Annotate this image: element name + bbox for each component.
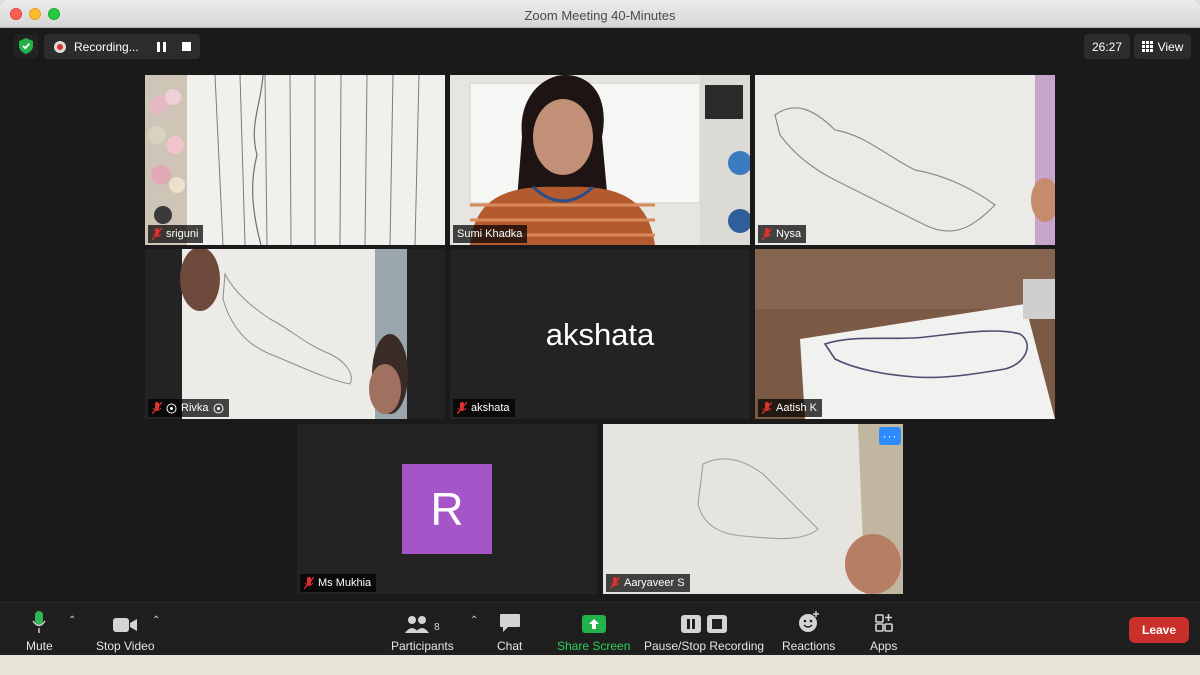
video-tile-sriguni[interactable]: sriguni <box>145 75 445 245</box>
share-icon <box>213 403 224 413</box>
video-tile-rivka[interactable]: Rivka <box>145 249 445 419</box>
video-feed <box>755 75 1055 245</box>
apps-icon <box>874 611 894 633</box>
window-title: Zoom Meeting 40-Minutes <box>524 8 676 23</box>
title-bar: Zoom Meeting 40-Minutes <box>0 0 1200 28</box>
video-tile-sumi-khadka[interactable]: Sumi Khadka <box>450 75 750 245</box>
mute-label: Mute <box>26 639 53 653</box>
share-icon <box>166 403 177 413</box>
video-camera-icon <box>113 611 138 633</box>
participant-name-tag: Nysa <box>758 225 807 243</box>
apps-button[interactable]: Apps <box>870 611 897 653</box>
video-tile-nysa[interactable]: Nysa <box>755 75 1055 245</box>
video-feed <box>145 249 445 419</box>
muted-mic-icon <box>304 577 314 589</box>
participant-count: 8 <box>434 622 440 633</box>
video-tile-ms-mukhia[interactable]: R Ms Mukhia <box>297 424 597 594</box>
recording-dot-icon <box>54 40 66 53</box>
video-feed <box>755 249 1055 419</box>
recording-label: Recording... <box>74 39 139 54</box>
zoom-window: Zoom Meeting 40-Minutes Recording... 26:… <box>0 0 1200 655</box>
participant-name: akshata <box>471 402 510 414</box>
pause-stop-recording-label: Pause/Stop Recording <box>644 639 765 653</box>
reactions-smiley-icon <box>798 611 820 633</box>
video-feed <box>603 424 903 594</box>
pause-stop-recording-button[interactable]: Pause/Stop Recording <box>644 611 764 653</box>
share-screen-button[interactable]: Share Screen <box>557 611 630 653</box>
avatar: R <box>402 464 492 554</box>
share-screen-label: Share Screen <box>557 639 631 653</box>
stop-video-button[interactable]: Stop Video <box>96 611 155 653</box>
participant-name-tag: Sumi Khadka <box>453 225 528 243</box>
encryption-shield-icon[interactable] <box>14 34 38 58</box>
recording-indicator: Recording... <box>44 34 200 59</box>
participant-name: Sumi Khadka <box>457 228 523 240</box>
meeting-toolbar: Mute ⌃ Stop Video ⌃ 8 Participants ⌃ Cha… <box>0 602 1200 655</box>
video-tile-akshata[interactable]: akshata akshata <box>450 249 750 419</box>
video-options-chevron-icon[interactable]: ⌃ <box>152 615 160 626</box>
grid-view-icon <box>1141 41 1153 52</box>
participant-name-tag: Aaryaveer S <box>606 574 690 592</box>
participants-icon: 8 <box>405 611 440 633</box>
mute-button[interactable]: Mute <box>26 611 53 653</box>
video-feed <box>145 75 445 245</box>
muted-mic-icon <box>610 577 620 589</box>
participant-name: Rivka <box>181 402 209 414</box>
stop-icon <box>181 42 191 51</box>
participant-display-name: akshata <box>545 317 655 352</box>
chat-label: Chat <box>497 639 523 653</box>
muted-mic-icon <box>152 228 162 240</box>
microphone-icon <box>32 611 46 633</box>
video-tile-aaryaveer-s[interactable]: ··· Aaryaveer S <box>603 424 903 594</box>
participant-name-tag: sriguni <box>148 225 204 243</box>
participant-name: Aaryaveer S <box>624 577 685 589</box>
recording-controls-icon <box>681 611 728 633</box>
participants-button[interactable]: 8 Participants <box>391 611 454 653</box>
participants-label: Participants <box>391 639 454 653</box>
chat-button[interactable]: Chat <box>497 611 522 653</box>
pause-icon <box>156 41 166 52</box>
muted-mic-icon <box>762 228 772 240</box>
muted-mic-icon <box>457 402 467 414</box>
video-feed <box>450 75 750 245</box>
video-tile-aatish-k[interactable]: Aatish K <box>755 249 1055 419</box>
meeting-timer: 26:27 <box>1084 34 1130 59</box>
participant-name: Aatish K <box>776 402 817 414</box>
pause-recording-button[interactable] <box>156 41 166 52</box>
participant-name: sriguni <box>166 228 199 240</box>
view-label: View <box>1157 39 1184 54</box>
participant-name-tag: Ms Mukhia <box>300 574 377 592</box>
view-button[interactable]: View <box>1134 34 1191 59</box>
muted-mic-icon <box>762 402 772 414</box>
participants-options-chevron-icon[interactable]: ⌃ <box>470 615 478 626</box>
stop-video-label: Stop Video <box>96 639 155 653</box>
participant-name-tag: Aatish K <box>758 399 822 417</box>
reactions-label: Reactions <box>782 639 836 653</box>
audio-options-chevron-icon[interactable]: ⌃ <box>68 615 76 626</box>
stop-recording-button[interactable] <box>181 42 191 51</box>
chat-bubble-icon <box>499 611 521 633</box>
apps-label: Apps <box>870 639 898 653</box>
share-screen-icon <box>581 611 606 633</box>
leave-meeting-button[interactable]: Leave <box>1129 617 1189 643</box>
participant-name: Ms Mukhia <box>318 577 372 589</box>
participant-name: Nysa <box>776 228 802 240</box>
reactions-button[interactable]: Reactions <box>782 611 835 653</box>
more-options-button[interactable]: ··· <box>879 427 901 445</box>
muted-mic-icon <box>152 402 162 414</box>
participant-name-tag: akshata <box>453 399 515 417</box>
participant-name-tag: Rivka <box>148 399 229 417</box>
